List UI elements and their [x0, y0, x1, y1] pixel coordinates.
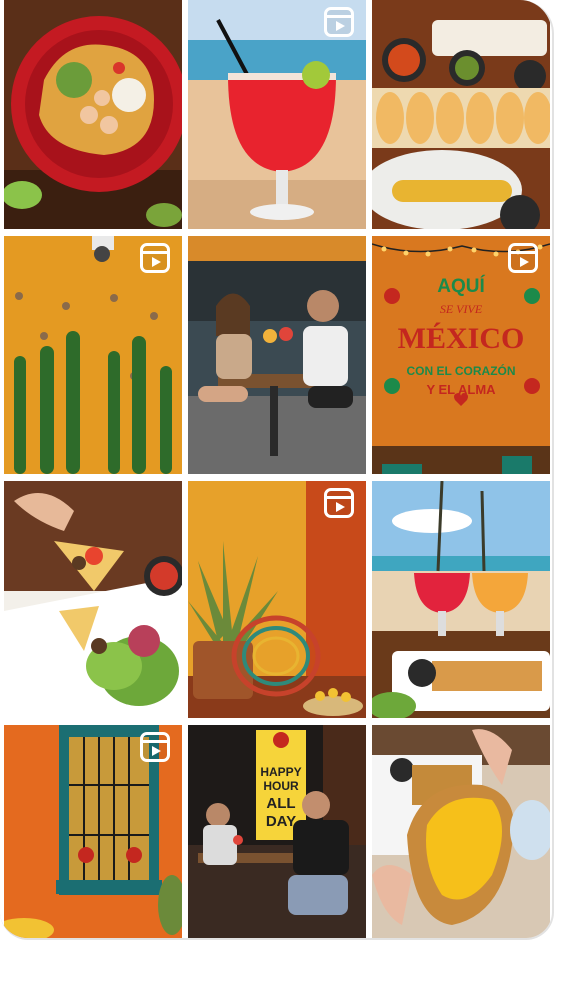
ceviche-bowl-image: [4, 0, 182, 229]
cheese-sandwich-image: [372, 725, 550, 938]
reel-icon: [324, 7, 354, 37]
tile-agave-patio[interactable]: [188, 481, 366, 718]
reel-icon: [140, 732, 170, 762]
tile-happy-hour-couple[interactable]: HAPPY HOUR ALL DAY: [188, 725, 366, 938]
tile-blue-window[interactable]: [4, 725, 182, 938]
reel-icon: [140, 243, 170, 273]
media-grid: AQUÍ SE VIVE MÉXICO CON EL CORAZÓN Y EL …: [4, 0, 550, 938]
couple-cheers-image: [188, 236, 366, 474]
tile-mexico-mural[interactable]: AQUÍ SE VIVE MÉXICO CON EL CORAZÓN Y EL …: [372, 236, 550, 474]
reel-icon: [324, 488, 354, 518]
margaritas-beach-table-image: [372, 481, 550, 718]
reel-icon: [508, 243, 538, 273]
tile-tacos-platter[interactable]: [372, 0, 550, 229]
nachos-close-image: [4, 481, 182, 718]
tacos-platter-image: [372, 0, 550, 229]
tile-cheese-sandwich[interactable]: [372, 725, 550, 938]
tile-nachos-close[interactable]: [4, 481, 182, 718]
happy-hour-couple-image: [188, 725, 366, 938]
tile-cactus-wall[interactable]: [4, 236, 182, 474]
tile-couple-cheers[interactable]: [188, 236, 366, 474]
tile-ceviche-bowl[interactable]: [4, 0, 182, 229]
tile-margaritas-beach-table[interactable]: [372, 481, 550, 718]
tile-beach-margarita[interactable]: [188, 0, 366, 229]
media-grid-frame: AQUÍ SE VIVE MÉXICO CON EL CORAZÓN Y EL …: [0, 0, 554, 940]
